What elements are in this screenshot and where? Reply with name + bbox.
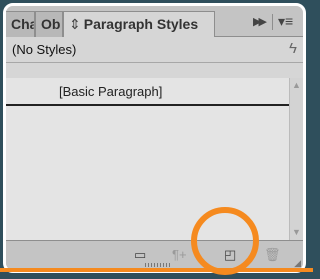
divider: [272, 14, 273, 30]
double-right-arrow-icon[interactable]: ▶▶: [253, 15, 267, 28]
delete-style-button[interactable]: 🗑: [264, 247, 281, 263]
up-down-arrows-icon: ⇕: [69, 16, 81, 32]
scrollbar[interactable]: ▲ ▼: [289, 78, 303, 240]
style-name: [Basic Paragraph]: [59, 84, 163, 99]
current-style-row: (No Styles) ϟ: [6, 37, 303, 63]
resize-grip[interactable]: [145, 263, 171, 267]
tab-label: Ob: [41, 16, 61, 32]
trash-icon: 🗑: [264, 247, 281, 262]
tab-paragraph-styles[interactable]: ⇕ Paragraph Styles: [63, 11, 215, 38]
panel-tab-bar: Cha Ob ⇕ Paragraph Styles ▶▶ ▾≡: [6, 6, 303, 38]
highlight-circle: [191, 207, 259, 275]
current-style-label: (No Styles): [12, 42, 77, 57]
tab-label: Cha: [11, 16, 35, 32]
panel-menu-icon[interactable]: ▾≡: [278, 13, 293, 30]
paragraph-styles-panel: Cha Ob ⇕ Paragraph Styles ▶▶ ▾≡ (No Style…: [3, 3, 306, 273]
scroll-up-icon[interactable]: ▲: [292, 80, 301, 90]
list-item[interactable]: [Basic Paragraph]: [6, 78, 289, 106]
tab-object[interactable]: Ob: [35, 11, 63, 37]
tab-label: Paragraph Styles: [83, 16, 199, 32]
scroll-down-icon[interactable]: ▼: [292, 227, 301, 237]
folder-icon: ▭: [134, 247, 147, 262]
pilcrow-plus-icon: ¶+: [172, 247, 187, 262]
new-style-group-button[interactable]: ▭: [134, 247, 146, 263]
quick-apply-icon[interactable]: ϟ: [289, 40, 297, 57]
tab-character[interactable]: Cha: [6, 11, 35, 37]
clear-overrides-button[interactable]: ¶+: [172, 247, 187, 262]
highlight-strip: [0, 268, 313, 272]
